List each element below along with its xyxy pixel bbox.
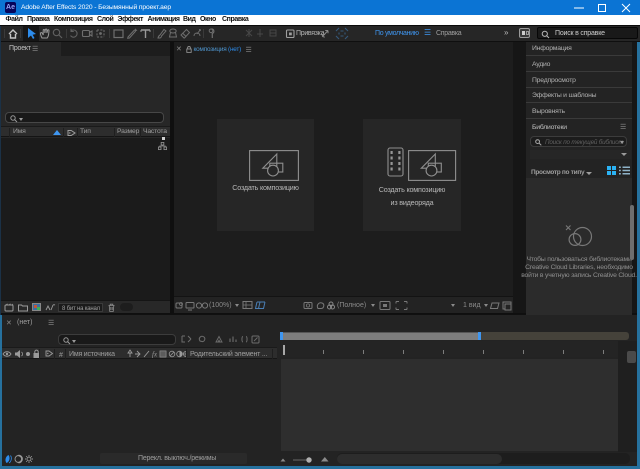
svg-text:fx: fx bbox=[152, 351, 158, 359]
svg-text:#: # bbox=[59, 352, 63, 359]
